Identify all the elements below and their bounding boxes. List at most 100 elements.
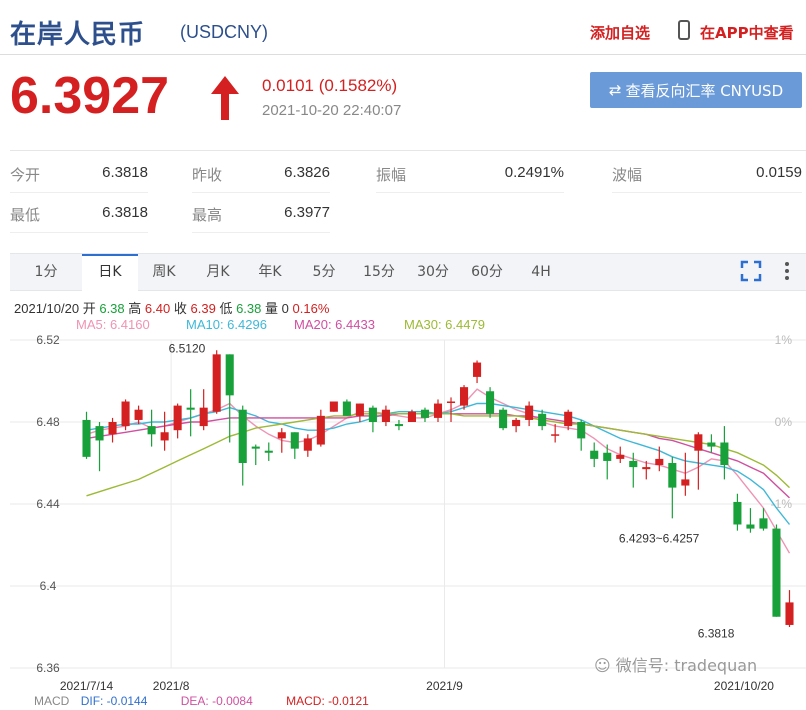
candle-body (473, 362, 482, 377)
candle-body (668, 463, 677, 488)
candle-body (720, 442, 729, 466)
candle-body (707, 442, 716, 447)
stat-underline (376, 192, 564, 193)
stat-high-label: 最高 (192, 206, 223, 224)
candle-body (772, 528, 781, 617)
x-tick-label: 2021/8 (153, 679, 190, 693)
stat-low-value: 6.3818 (102, 204, 148, 221)
price-annotation: 6.5120 (169, 341, 206, 355)
candle-body (746, 524, 755, 529)
tab-60min[interactable]: 60分 (464, 254, 510, 290)
tab-monthly-k[interactable]: 月K (196, 254, 240, 290)
header-divider (0, 54, 806, 55)
ohlc-open: 6.38 (99, 301, 125, 316)
more-icon[interactable] (782, 260, 792, 282)
kline-chart[interactable]: 6.52 6.48 6.44 6.4 6.362021/7/14 2021/8 2021/9… (0, 330, 806, 694)
ohlc-pct: 0.16% (292, 301, 330, 316)
ohlc-vol: 0 (281, 301, 289, 316)
ohlc-vol-label: 量 (265, 301, 279, 316)
tab-30min[interactable]: 30分 (410, 254, 456, 290)
macd-info: MACD DIF: -0.0144 DEA: -0.0084 MACD: -0.… (34, 694, 369, 708)
candle-body (394, 424, 403, 427)
wechat-icon: ☺ (594, 656, 611, 675)
tab-4h[interactable]: 4H (522, 254, 560, 290)
stat-range-label: 波幅 (612, 166, 643, 184)
ohlc-info: 2021/10/20 开 6.38 高 6.40 收 6.39 低 6.38 量… (14, 298, 329, 317)
candle-body (277, 432, 286, 439)
tab-5min[interactable]: 5分 (302, 254, 346, 290)
candle-body (733, 501, 742, 525)
candle-body (681, 479, 690, 486)
stat-underline (10, 192, 148, 193)
ohlc-low-label: 低 (219, 301, 233, 316)
current-price: 6.3927 (10, 67, 170, 125)
candle-body (551, 434, 560, 436)
candle-body (329, 401, 338, 412)
stat-underline (192, 232, 330, 233)
candle-body (512, 419, 521, 427)
candle-body (694, 434, 703, 451)
ohlc-high-label: 高 (128, 301, 142, 316)
candle-body (303, 438, 312, 451)
page-title: 在岸人民币 (10, 20, 146, 50)
candle-body (629, 460, 638, 468)
stat-prevclose-value: 6.3826 (284, 164, 330, 181)
stat-amplitude-value: 0.2491% (504, 164, 564, 181)
phone-icon (678, 20, 690, 40)
y-tick-label: 6.44 (36, 497, 60, 511)
ohlc-open-label: 开 (82, 301, 96, 316)
candle-body (407, 411, 416, 422)
candle-body (433, 403, 443, 418)
tab-daily-k[interactable]: 日K (82, 254, 138, 291)
macd-dea: DEA: -0.0084 (180, 694, 253, 708)
candle-body (355, 403, 364, 416)
tab-yearly-k[interactable]: 年K (248, 254, 292, 290)
y-tick-label: 6.36 (36, 661, 60, 675)
price-change: 0.0101 (0.1582%) (262, 76, 398, 95)
macd-title: MACD (34, 694, 70, 708)
stat-underline (612, 192, 802, 193)
stat-amplitude-label: 振幅 (376, 166, 407, 184)
view-in-app-link[interactable]: 在APP中查看 (700, 22, 794, 43)
tab-15min[interactable]: 15分 (356, 254, 402, 290)
wechat-watermark: ☺ 微信号: tradequan (594, 652, 757, 676)
y-tick-label: 6.48 (36, 415, 60, 429)
ohlc-close-label: 收 (173, 301, 187, 316)
candle-body (460, 387, 469, 406)
reverse-rate-label: 查看反向汇率 CNYUSD (625, 81, 784, 100)
stat-high-value: 6.3977 (284, 204, 330, 221)
add-watchlist-link[interactable]: 添加自选 (590, 22, 650, 43)
ohlc-close: 6.39 (190, 301, 216, 316)
ohlc-high: 6.40 (144, 301, 171, 316)
candle-body (616, 454, 625, 459)
stat-underline (10, 232, 148, 233)
ohlc-low: 6.38 (236, 301, 262, 316)
candle-body (655, 458, 664, 466)
y-tick-label: 6.4 (40, 579, 57, 593)
macd-value: MACD: -0.0121 (286, 694, 369, 708)
candle-body (381, 409, 390, 422)
candle-body (603, 452, 612, 461)
quote-time: 2021-10-20 22:40:07 (262, 102, 402, 119)
candle-body (264, 450, 273, 453)
stat-prevclose-label: 昨收 (192, 166, 223, 184)
candle-body (564, 411, 573, 427)
x-tick-label: 2021/7/14 (60, 679, 114, 693)
stat-underline (192, 192, 330, 193)
candle-body (199, 407, 208, 427)
candle-body (590, 450, 599, 459)
candle-body (499, 409, 508, 429)
reverse-rate-button[interactable]: ⇄ 查看反向汇率 CNYUSD (590, 72, 802, 108)
ohlc-date: 2021/10/20 (14, 301, 80, 316)
candle-body (134, 409, 143, 420)
tab-1min[interactable]: 1分 (10, 254, 82, 290)
candle-body (290, 432, 299, 449)
stat-low-label: 最低 (10, 206, 41, 224)
candle-body (642, 467, 651, 470)
candle-body (186, 407, 195, 410)
fullscreen-icon[interactable] (740, 260, 762, 282)
candle-body (785, 602, 794, 625)
price-annotation: 6.3818 (698, 626, 735, 640)
symbol-code: (USDCNY) (180, 22, 268, 42)
tab-weekly-k[interactable]: 周K (142, 254, 186, 290)
